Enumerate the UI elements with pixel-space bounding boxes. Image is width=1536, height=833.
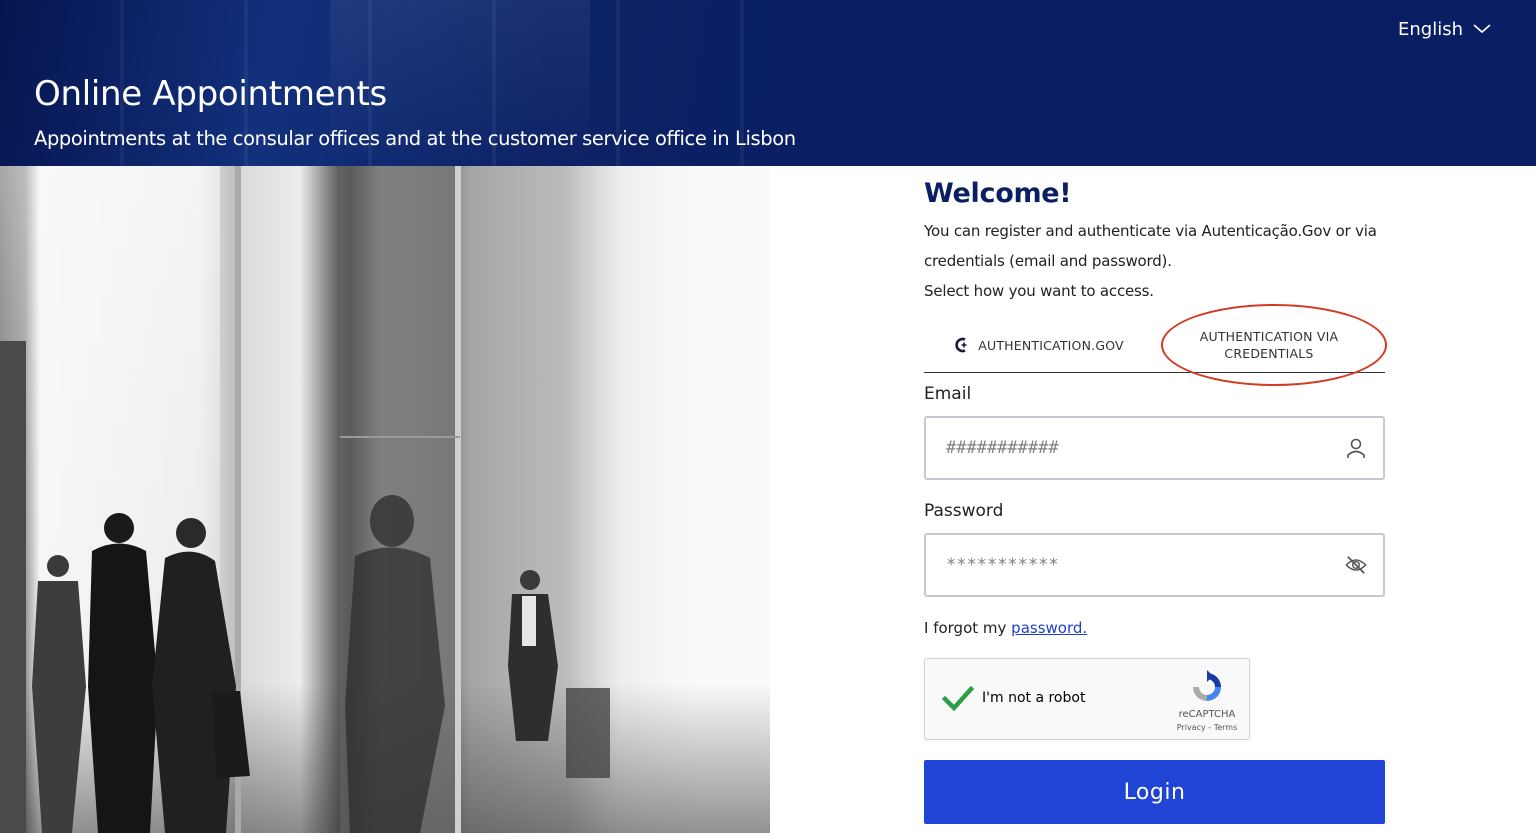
email-field-wrapper — [924, 416, 1385, 480]
password-field-wrapper — [924, 533, 1385, 597]
tab-authentication-gov[interactable]: AUTHENTICATION.GOV — [924, 318, 1154, 372]
recaptcha-brand: reCAPTCHA — [1178, 709, 1236, 720]
recaptcha-label: I'm not a robot — [982, 690, 1086, 706]
intro-line-select: Select how you want to access. — [924, 282, 1154, 300]
recaptcha-widget: I'm not a robot reCAPTCHA Privacy - Term… — [924, 658, 1250, 740]
forgot-password-link[interactable]: password. — [1011, 619, 1087, 637]
login-button[interactable]: Login — [924, 760, 1385, 824]
header: Online Appointments Appointments at the … — [0, 0, 1536, 166]
page-subtitle: Appointments at the consular offices and… — [34, 127, 796, 150]
recaptcha-privacy-terms[interactable]: Privacy - Terms — [1167, 723, 1247, 732]
page-title: Online Appointments — [34, 74, 387, 114]
eye-slash-icon[interactable] — [1345, 554, 1367, 576]
intro-text: You can register and authenticate via Au… — [924, 216, 1394, 306]
gov-auth-icon — [955, 337, 967, 353]
recaptcha-logo-icon — [1193, 670, 1221, 701]
tab-authentication-credentials-label: AUTHENTICATION VIA CREDENTIALS — [1199, 329, 1339, 361]
forgot-password-prefix: I forgot my — [924, 619, 1007, 637]
hero-people-silhouettes — [0, 166, 610, 833]
chevron-down-icon — [1473, 24, 1491, 34]
tab-authentication-credentials[interactable]: AUTHENTICATION VIA CREDENTIALS — [1160, 318, 1378, 372]
password-field[interactable] — [944, 544, 1345, 586]
auth-tabs: AUTHENTICATION.GOV AUTHENTICATION VIA CR… — [924, 318, 1385, 373]
tab-authentication-gov-label: AUTHENTICATION.GOV — [978, 337, 1124, 353]
password-label: Password — [924, 501, 1004, 521]
intro-line-register: You can register and authenticate via Au… — [924, 222, 1377, 270]
forgot-password-text: I forgot my password. — [924, 619, 1087, 637]
language-selector[interactable]: English — [1398, 17, 1491, 41]
hero-photo — [0, 166, 770, 833]
email-field[interactable] — [944, 427, 1345, 469]
recaptcha-checkmark-icon[interactable] — [941, 681, 975, 715]
welcome-heading: Welcome! — [924, 178, 1072, 209]
email-label: Email — [924, 384, 972, 404]
language-label: English — [1398, 18, 1463, 40]
user-icon — [1345, 437, 1367, 459]
